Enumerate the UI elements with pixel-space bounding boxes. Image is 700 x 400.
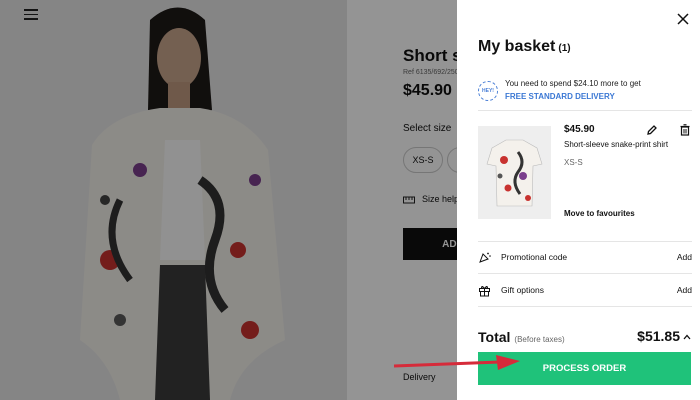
item-name[interactable]: Short-sleeve snake-print shirt: [564, 140, 668, 149]
trash-icon[interactable]: [679, 124, 691, 136]
close-icon[interactable]: [676, 12, 690, 26]
red-arrow-annotation: [393, 355, 520, 370]
basket-count: (1): [558, 43, 571, 54]
promotional-code-label: Promotional code: [501, 252, 568, 262]
item-price: $45.90: [564, 124, 595, 135]
divider: [478, 110, 692, 111]
total-label: Total (Before taxes): [478, 329, 565, 345]
total-value: $51.85: [637, 328, 680, 344]
basket-panel: My basket (1) HEY! You need to spend $24.…: [457, 0, 700, 400]
spend-message: You need to spend $24.10 more to get: [505, 79, 641, 88]
tax-note: (Before taxes): [514, 335, 565, 344]
chevron-up-icon[interactable]: [683, 333, 691, 341]
item-size: XS-S: [564, 158, 583, 167]
free-delivery-link[interactable]: FREE STANDARD DELIVERY: [505, 92, 615, 101]
basket-title-text: My basket: [478, 38, 556, 55]
divider: [478, 273, 692, 274]
edit-icon[interactable]: [646, 124, 658, 136]
gift-options-row[interactable]: Gift options Add: [478, 283, 692, 297]
total-text: Total: [478, 329, 511, 345]
gift-icon: [479, 285, 490, 296]
gift-options-label: Gift options: [501, 285, 544, 295]
hey-badge-icon: HEY!: [478, 81, 498, 101]
divider: [478, 241, 692, 242]
promo-tag-icon: [479, 252, 491, 263]
gift-options-add-button[interactable]: Add: [677, 285, 692, 295]
dim-overlay[interactable]: [0, 0, 457, 400]
divider: [478, 306, 692, 307]
basket-title: My basket (1): [478, 38, 571, 56]
item-thumbnail[interactable]: [478, 126, 551, 219]
promotional-code-row[interactable]: Promotional code Add: [478, 250, 692, 264]
move-to-favourites-link[interactable]: Move to favourites: [564, 209, 635, 218]
promotional-code-add-button[interactable]: Add: [677, 252, 692, 262]
